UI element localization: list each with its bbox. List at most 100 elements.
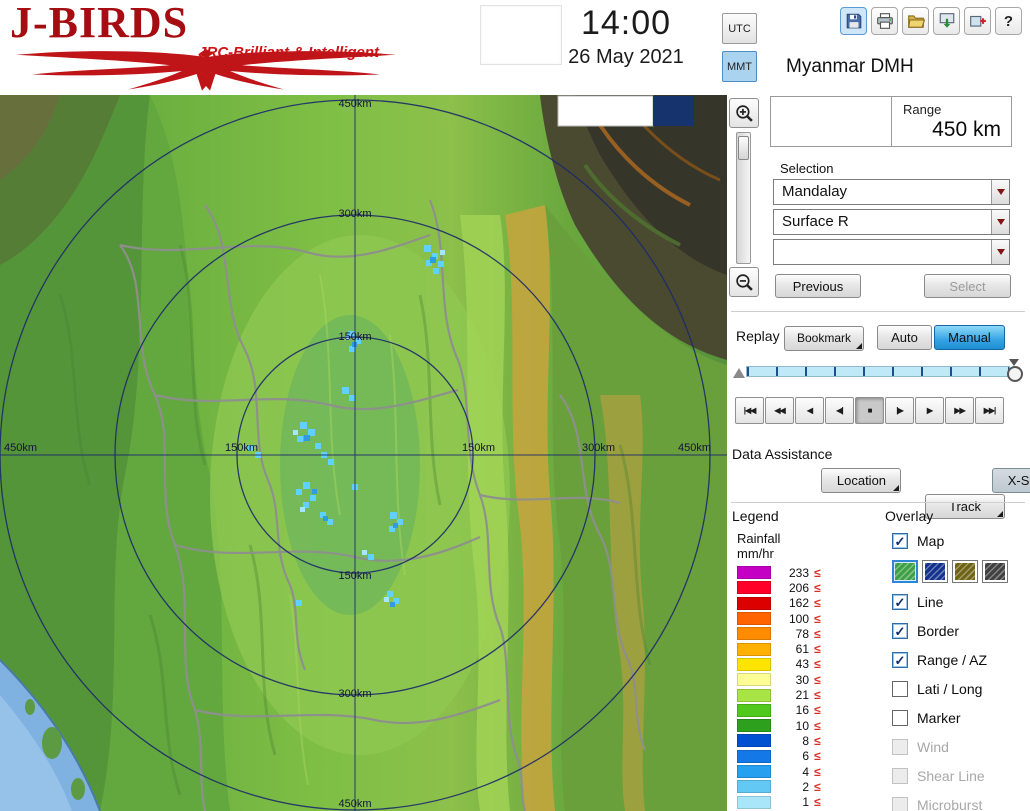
overlay-row-line[interactable]: ✓ Line bbox=[892, 592, 1028, 612]
timezone-toggle: UTC MMT bbox=[722, 13, 757, 82]
range-label: 450km bbox=[4, 442, 37, 454]
radar-map-canvas[interactable]: 450km 300km 150km 150km 300km 450km 450k… bbox=[0, 95, 727, 811]
checkbox-range-az[interactable]: ✓ bbox=[892, 652, 908, 668]
overlay-row-marker[interactable]: Marker bbox=[892, 708, 1028, 728]
legend-leq-symbol: ≤ bbox=[814, 672, 821, 687]
zoom-out-button[interactable] bbox=[729, 267, 759, 297]
location-button[interactable]: Location bbox=[821, 468, 902, 493]
help-button[interactable]: ? bbox=[995, 7, 1022, 35]
mmt-button[interactable]: MMT bbox=[722, 51, 757, 82]
range-label-text: Range bbox=[903, 102, 942, 117]
legend-row: 78 ≤ bbox=[737, 626, 867, 641]
toolbar: ? bbox=[840, 7, 1022, 35]
legend-leq-symbol: ≤ bbox=[814, 688, 821, 703]
zoom-slider[interactable] bbox=[736, 132, 751, 264]
legend-color-swatch bbox=[737, 765, 771, 778]
add-media-icon bbox=[969, 15, 986, 27]
skip-to-start-button[interactable]: |◀◀ bbox=[735, 397, 764, 424]
legend-value: 43 bbox=[795, 657, 809, 672]
legend-value: 100 bbox=[788, 611, 809, 626]
select-button[interactable]: Select bbox=[924, 274, 1011, 298]
range-label: 150km bbox=[462, 442, 495, 454]
fast-forward-button[interactable]: ▶▶ bbox=[945, 397, 974, 424]
rainfall-legend: 233 ≤ 206 ≤ 162 ≤ 100 ≤ 78 ≤ 61 ≤ 43 ≤ 30 ≤ 21 ≤ … bbox=[737, 565, 867, 810]
site-dropdown-value: Mandalay bbox=[782, 183, 848, 200]
bookmark-button[interactable]: Bookmark bbox=[784, 325, 864, 351]
legend-leq-symbol: ≤ bbox=[814, 703, 821, 718]
skip-to-end-button[interactable]: ▶▶| bbox=[975, 397, 1004, 424]
map-style-olive-button[interactable] bbox=[952, 560, 978, 583]
legend-label: Legend bbox=[732, 508, 779, 524]
map-style-gray-button[interactable] bbox=[982, 560, 1008, 583]
manual-button[interactable]: Manual bbox=[934, 325, 1005, 350]
check-icon: ✓ bbox=[894, 533, 906, 549]
overlay-row-lati-long[interactable]: Lati / Long bbox=[892, 679, 1028, 699]
timeline-track[interactable] bbox=[746, 366, 1010, 377]
extra-dropdown[interactable] bbox=[773, 239, 1010, 265]
checkbox-marker[interactable] bbox=[892, 710, 908, 726]
legend-color-swatch bbox=[737, 642, 771, 656]
legend-leq-symbol: ≤ bbox=[814, 626, 821, 641]
legend-leq-symbol: ≤ bbox=[814, 611, 821, 626]
export-button[interactable] bbox=[933, 7, 960, 35]
play-button[interactable]: ▶ bbox=[915, 397, 944, 424]
map-style-green-button[interactable] bbox=[892, 560, 918, 583]
legend-color-swatch bbox=[737, 657, 771, 671]
site-dropdown[interactable]: Mandalay bbox=[773, 179, 1010, 205]
site-dropdown-button[interactable] bbox=[991, 180, 1009, 204]
utc-button[interactable]: UTC bbox=[722, 13, 757, 44]
product-dropdown-button[interactable] bbox=[991, 210, 1009, 234]
step-back-button[interactable]: ◀| bbox=[825, 397, 854, 424]
legend-value: 206 bbox=[788, 580, 809, 595]
range-value: 450 km bbox=[932, 118, 1001, 141]
timeline-thumb[interactable] bbox=[1007, 359, 1023, 382]
overlay-row-map[interactable]: ✓ Map bbox=[892, 531, 1028, 551]
range-label: 450km bbox=[338, 98, 371, 110]
legend-row: 16 ≤ bbox=[737, 703, 867, 718]
checkbox-lati-long[interactable] bbox=[892, 681, 908, 697]
checkbox-line[interactable]: ✓ bbox=[892, 594, 908, 610]
help-icon: ? bbox=[1003, 12, 1014, 30]
map-style-navy-button[interactable] bbox=[922, 560, 948, 583]
legend-color-swatch bbox=[737, 688, 771, 702]
checkbox-border[interactable]: ✓ bbox=[892, 623, 908, 639]
overlay-label-border: Border bbox=[917, 623, 960, 639]
clock-date: 26 May 2021 bbox=[568, 46, 684, 68]
legend-value: 16 bbox=[795, 703, 809, 718]
extra-dropdown-button[interactable] bbox=[991, 240, 1009, 264]
stop-button[interactable]: ■ bbox=[855, 397, 884, 424]
data-assistance-label: Data Assistance bbox=[732, 446, 833, 462]
product-dropdown[interactable]: Surface R bbox=[773, 209, 1010, 235]
radar-map-area[interactable]: 450km 300km 150km 150km 300km 450km 450k… bbox=[0, 95, 727, 811]
overlay-row-border[interactable]: ✓ Border bbox=[892, 621, 1028, 641]
range-label: 450km bbox=[678, 442, 711, 454]
play-reverse-button[interactable]: ◀ bbox=[795, 397, 824, 424]
legend-row: 4 ≤ bbox=[737, 764, 867, 779]
zoom-in-button[interactable] bbox=[729, 98, 759, 128]
checkbox-map[interactable]: ✓ bbox=[892, 533, 908, 549]
legend-leq-symbol: ≤ bbox=[814, 657, 821, 672]
legend-row: 43 ≤ bbox=[737, 657, 867, 672]
legend-color-swatch bbox=[737, 673, 771, 687]
folder-icon bbox=[907, 15, 925, 28]
print-icon bbox=[876, 13, 893, 29]
range-display: Range 450 km bbox=[770, 96, 1012, 147]
overlay-row-range-az[interactable]: ✓ Range / AZ bbox=[892, 650, 1028, 670]
legend-color-swatch bbox=[737, 596, 771, 610]
add-media-button[interactable] bbox=[964, 7, 991, 35]
fast-rewind-button[interactable]: ◀◀ bbox=[765, 397, 794, 424]
print-button[interactable] bbox=[871, 7, 898, 35]
open-folder-button[interactable] bbox=[902, 7, 929, 35]
step-forward-button[interactable]: |▶ bbox=[885, 397, 914, 424]
track-button[interactable]: Track bbox=[925, 493, 1005, 519]
auto-button[interactable]: Auto bbox=[877, 325, 932, 350]
legend-color-swatch bbox=[737, 581, 771, 595]
legend-leq-symbol: ≤ bbox=[814, 795, 821, 810]
legend-leq-symbol: ≤ bbox=[814, 642, 821, 657]
zoom-slider-thumb[interactable] bbox=[738, 136, 749, 160]
previous-button[interactable]: Previous bbox=[775, 274, 861, 298]
legend-leq-symbol: ≤ bbox=[814, 733, 821, 748]
replay-timeline[interactable] bbox=[733, 357, 1023, 384]
xsection-button[interactable]: X-Section bbox=[991, 468, 1030, 493]
save-button[interactable] bbox=[840, 7, 867, 35]
